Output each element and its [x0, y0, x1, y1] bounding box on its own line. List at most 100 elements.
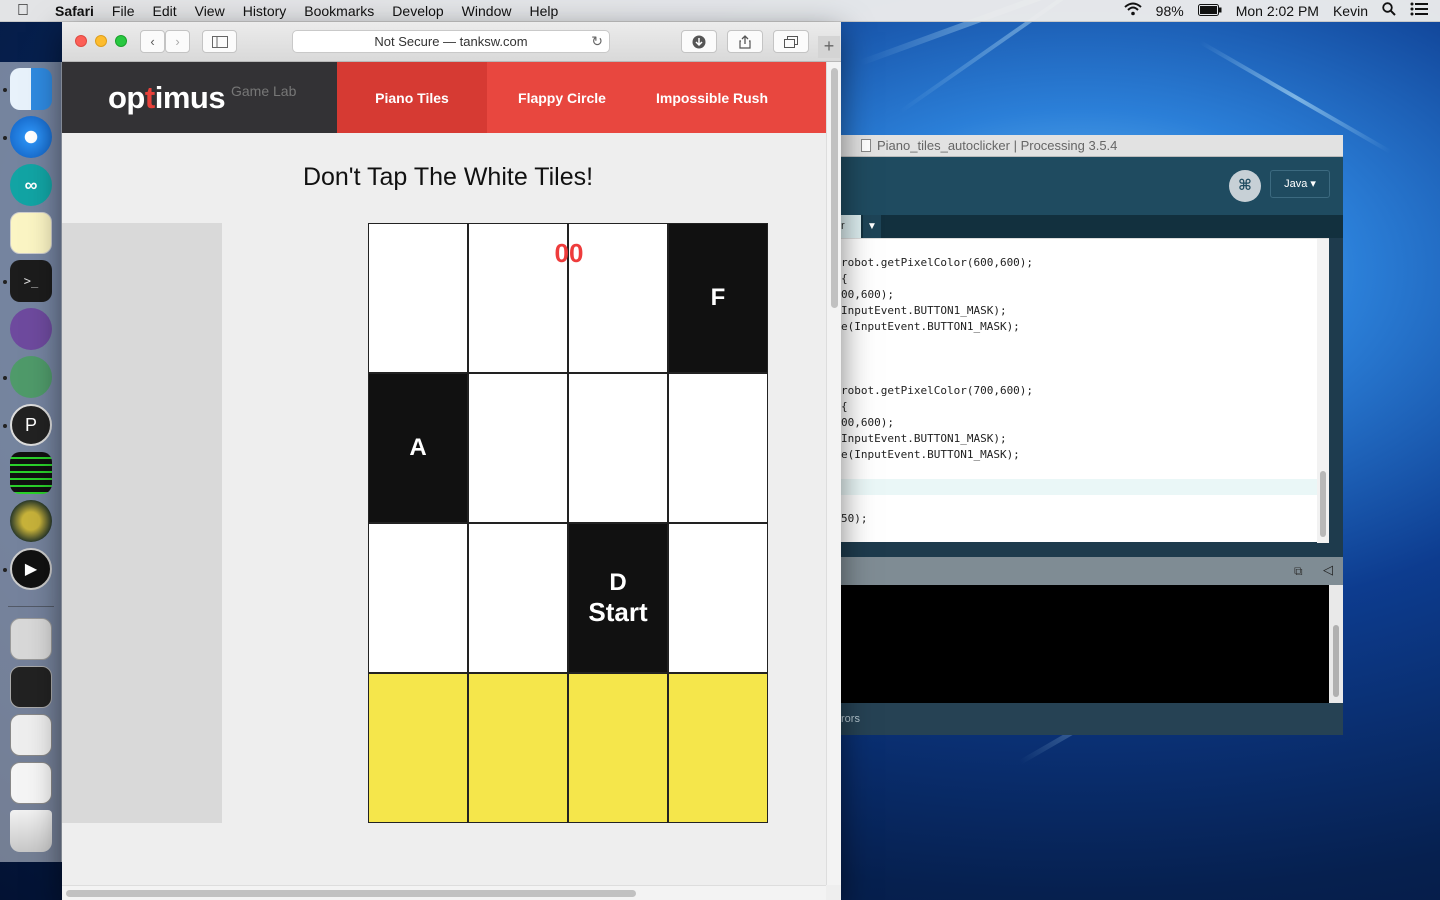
nav-tab-label: Flappy Circle	[518, 89, 606, 106]
tile-key-label: F	[710, 284, 726, 311]
running-indicator	[3, 568, 7, 572]
address-text: Not Secure — tanksw.com	[374, 34, 528, 49]
forward-button[interactable]: ›	[165, 30, 190, 53]
logo-text-accent: t	[144, 80, 155, 115]
black-tile-a[interactable]: A	[368, 373, 468, 523]
page-content: Don't Tap The White Tiles! F A D Start 0…	[62, 133, 826, 885]
start-label: Start	[588, 596, 648, 627]
horizontal-scrollbar[interactable]	[62, 885, 826, 900]
menu-help[interactable]: Help	[520, 3, 567, 19]
sidebar-toggle-button[interactable]	[202, 30, 237, 53]
safari-icon[interactable]	[10, 116, 52, 158]
score-counter: 00	[554, 238, 584, 268]
apple-menu-icon[interactable]: 	[0, 2, 46, 20]
site-logo[interactable]: optimus	[108, 80, 226, 116]
wifi-icon[interactable]	[1124, 2, 1142, 19]
battery-icon[interactable]	[1197, 3, 1222, 19]
notes-icon[interactable]	[10, 212, 52, 254]
finder-icon[interactable]	[10, 68, 52, 110]
console-header: ⧉ ◁	[841, 557, 1343, 585]
menu-file[interactable]: File	[103, 3, 144, 19]
tab-menu-button[interactable]: ▼	[863, 215, 881, 238]
white-tile[interactable]	[568, 373, 668, 523]
editor-scrollbar[interactable]	[1317, 239, 1329, 543]
github-desktop-icon[interactable]	[10, 308, 52, 350]
mode-selector[interactable]: Java ▾	[1270, 170, 1330, 198]
activity-monitor-icon[interactable]	[10, 452, 52, 494]
white-tile[interactable]	[368, 523, 468, 673]
console-scroll-thumb[interactable]	[1333, 625, 1339, 697]
white-tile[interactable]	[668, 523, 768, 673]
code-line: {	[841, 272, 848, 285]
spotlight-icon[interactable]	[1382, 2, 1396, 19]
horizontal-scroll-thumb[interactable]	[66, 890, 636, 897]
console-output[interactable]	[841, 585, 1329, 703]
white-tile[interactable]	[668, 373, 768, 523]
game-board[interactable]: F A D Start 00	[368, 223, 768, 823]
menu-window[interactable]: Window	[453, 3, 521, 19]
yellow-tile[interactable]	[368, 673, 468, 823]
zoom-window-button[interactable]	[115, 35, 127, 47]
game-app-icon[interactable]	[10, 500, 52, 542]
copy-console-icon[interactable]: ⧉	[1294, 564, 1303, 579]
close-window-button[interactable]	[75, 35, 87, 47]
back-button[interactable]: ‹	[140, 30, 165, 53]
menu-develop[interactable]: Develop	[383, 3, 452, 19]
sketch-tab[interactable]: r	[841, 215, 861, 238]
minimize-window-button[interactable]	[95, 35, 107, 47]
code-line: 00,600);	[841, 288, 894, 301]
collapse-console-icon[interactable]: ◁	[1323, 562, 1333, 578]
minimized-window-icon[interactable]	[10, 762, 52, 804]
downloads-stack-icon[interactable]	[10, 618, 52, 660]
logo-text-end: imus	[154, 80, 226, 115]
processing-toolbar: ⌘ Java ▾	[841, 157, 1343, 215]
nav-tab-piano-tiles[interactable]: Piano Tiles	[337, 62, 487, 143]
yellow-tile[interactable]	[568, 673, 668, 823]
notification-center-icon[interactable]	[1410, 2, 1428, 19]
menu-bookmarks[interactable]: Bookmarks	[295, 3, 383, 19]
nav-tab-flappy-circle[interactable]: Flappy Circle	[487, 62, 637, 133]
vertical-scroll-thumb[interactable]	[831, 68, 838, 308]
editor-scroll-thumb[interactable]	[1320, 471, 1326, 537]
yellow-tile[interactable]	[468, 673, 568, 823]
errors-tab[interactable]: rors	[841, 703, 1343, 735]
black-tile-f[interactable]: F	[668, 223, 768, 373]
vertical-scrollbar[interactable]	[826, 62, 841, 885]
tabs-icon	[784, 35, 798, 48]
menu-app-name[interactable]: Safari	[46, 3, 103, 19]
tile-key-label: D	[609, 568, 627, 596]
address-bar[interactable]: Not Secure — tanksw.com ↻	[292, 30, 610, 53]
atom-icon[interactable]	[10, 356, 52, 398]
code-line: e(InputEvent.BUTTON1_MASK);	[841, 448, 1020, 461]
tab-overview-button[interactable]	[773, 30, 809, 53]
minimized-window-icon[interactable]	[10, 714, 52, 756]
new-tab-button[interactable]: +	[818, 36, 840, 58]
downloads-button[interactable]	[681, 30, 717, 53]
white-tile[interactable]	[468, 373, 568, 523]
menu-view[interactable]: View	[186, 3, 234, 19]
processing-icon[interactable]: P	[10, 404, 52, 446]
white-tile[interactable]	[368, 223, 468, 373]
player-icon[interactable]: ▶	[10, 548, 52, 590]
menu-history[interactable]: History	[234, 3, 296, 19]
battery-percent[interactable]: 98%	[1156, 3, 1184, 19]
code-editor[interactable]: robot.getPixelColor(600,600); { 00,600);…	[841, 238, 1329, 543]
user-name[interactable]: Kevin	[1333, 3, 1368, 19]
start-tile[interactable]: D Start	[568, 523, 668, 673]
white-tile[interactable]	[468, 523, 568, 673]
processing-title-bar[interactable]: Piano_tiles_autoclicker | Processing 3.5…	[841, 135, 1343, 157]
nav-tab-impossible-rush[interactable]: Impossible Rush	[637, 62, 787, 133]
code-line: InputEvent.BUTTON1_MASK);	[841, 432, 1007, 445]
reload-icon[interactable]: ↻	[591, 33, 603, 50]
terminal-icon[interactable]: >_	[10, 260, 52, 302]
debug-button[interactable]: ⌘	[1229, 170, 1261, 202]
menu-edit[interactable]: Edit	[143, 3, 185, 19]
share-button[interactable]	[727, 30, 763, 53]
minimized-window-icon[interactable]	[10, 666, 52, 708]
editor-gutter-right	[1329, 238, 1343, 542]
running-indicator	[3, 280, 7, 284]
console-scrollbar[interactable]	[1329, 585, 1343, 703]
clock[interactable]: Mon 2:02 PM	[1236, 3, 1319, 19]
yellow-tile[interactable]	[668, 673, 768, 823]
trash-icon[interactable]	[10, 810, 52, 852]
